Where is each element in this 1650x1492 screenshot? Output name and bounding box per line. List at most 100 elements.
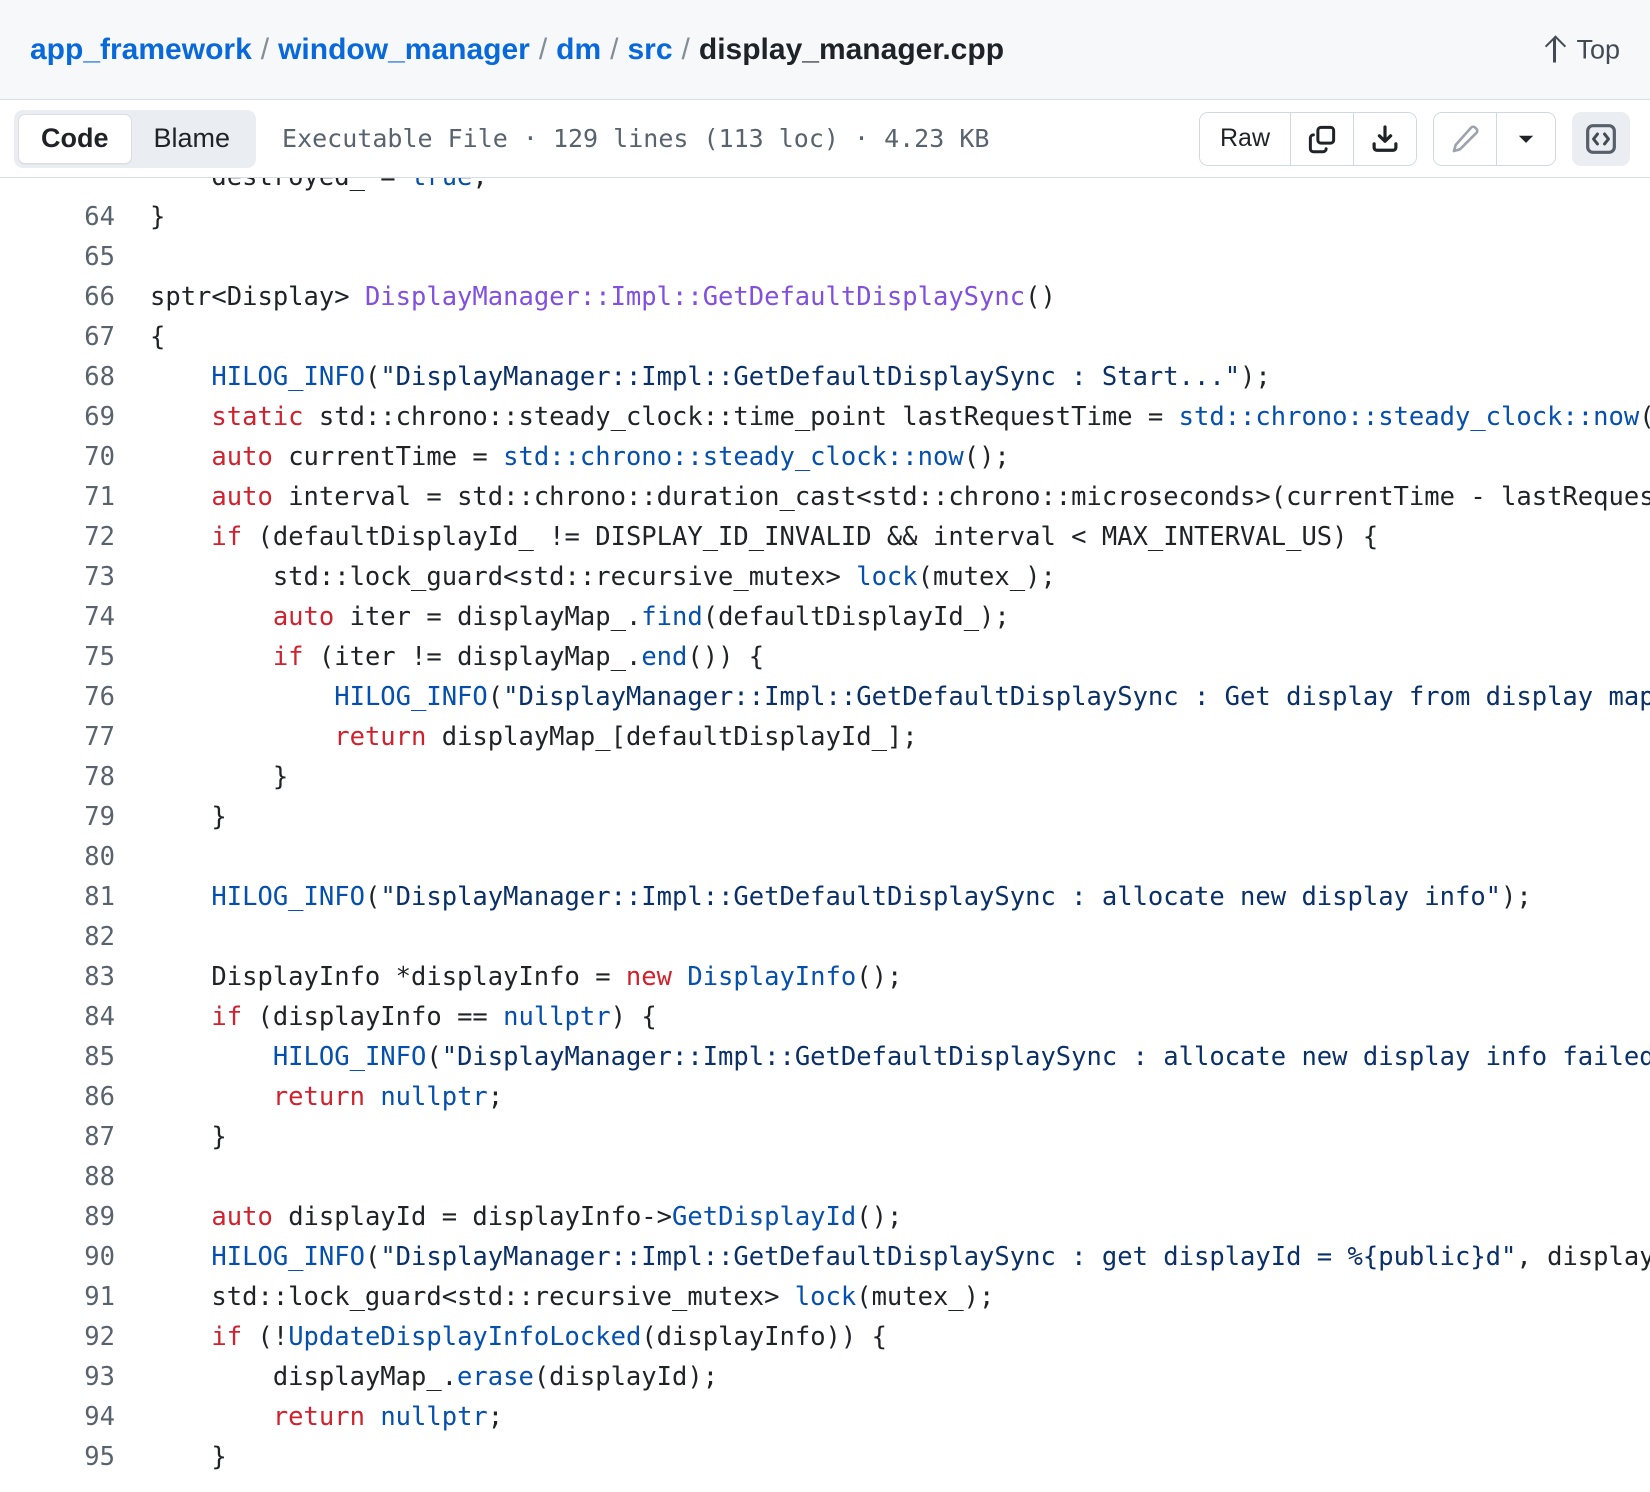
line-number[interactable]: 67 — [0, 317, 150, 357]
code-line-content[interactable]: auto currentTime = std::chrono::steady_c… — [150, 437, 1650, 477]
breadcrumb-item-window-manager[interactable]: window_manager — [278, 34, 530, 65]
breadcrumb-item-dm[interactable]: dm — [556, 34, 601, 65]
code-brackets-icon[interactable] — [1572, 111, 1630, 166]
line-number[interactable]: 72 — [0, 517, 150, 557]
line-number[interactable]: 76 — [0, 677, 150, 717]
line-number[interactable]: 91 — [0, 1277, 150, 1317]
code-line-row: 74 auto iter = displayMap_.find(defaultD… — [0, 597, 1650, 637]
code-line-content[interactable]: if (defaultDisplayId_ != DISPLAY_ID_INVA… — [150, 517, 1650, 557]
line-number[interactable]: 85 — [0, 1037, 150, 1077]
code-line-row: 67{ — [0, 317, 1650, 357]
code-line-content[interactable]: HILOG_INFO("DisplayManager::Impl::GetDef… — [150, 1037, 1650, 1077]
code-line-content[interactable]: std::lock_guard<std::recursive_mutex> lo… — [150, 1277, 1650, 1317]
code-line-content[interactable]: HILOG_INFO("DisplayManager::Impl::GetDef… — [150, 1237, 1650, 1277]
breadcrumb-bar: app_framework / window_manager / dm / sr… — [0, 0, 1650, 100]
line-number[interactable]: 92 — [0, 1317, 150, 1357]
code-line-content[interactable]: DisplayInfo *displayInfo = new DisplayIn… — [150, 957, 1650, 997]
code-line-content[interactable]: return nullptr; — [150, 1397, 1650, 1437]
code-viewport[interactable]: destroyed_ = true;64}6566sptr<Display> D… — [0, 178, 1650, 1492]
code-line-content[interactable]: if (displayInfo == nullptr) { — [150, 997, 1650, 1037]
line-number[interactable] — [0, 178, 150, 197]
code-line-content[interactable] — [150, 917, 1650, 957]
line-number[interactable]: 80 — [0, 837, 150, 877]
code-line-content[interactable]: if (!UpdateDisplayInfoLocked(displayInfo… — [150, 1317, 1650, 1357]
line-number[interactable]: 68 — [0, 357, 150, 397]
chevron-down-icon[interactable] — [1496, 112, 1555, 165]
code-line-content[interactable] — [150, 1157, 1650, 1197]
line-number[interactable]: 73 — [0, 557, 150, 597]
code-line-content[interactable]: return nullptr; — [150, 1077, 1650, 1117]
line-number[interactable]: 90 — [0, 1237, 150, 1277]
code-line-row: 82 — [0, 917, 1650, 957]
line-number[interactable]: 77 — [0, 717, 150, 757]
line-number[interactable]: 71 — [0, 477, 150, 517]
tab-blame[interactable]: Blame — [132, 114, 253, 164]
code-line-row: 65 — [0, 237, 1650, 277]
breadcrumb-item-src[interactable]: src — [628, 34, 673, 65]
code-line-row: 78 } — [0, 757, 1650, 797]
code-line-content[interactable]: if (iter != displayMap_.end()) { — [150, 637, 1650, 677]
code-line-content[interactable] — [150, 237, 1650, 277]
line-number[interactable]: 64 — [0, 197, 150, 237]
tab-code[interactable]: Code — [18, 113, 132, 164]
copy-icon[interactable] — [1290, 112, 1353, 165]
line-number[interactable]: 70 — [0, 437, 150, 477]
scroll-to-top-link[interactable]: Top — [1543, 34, 1620, 65]
code-line-content[interactable]: } — [150, 197, 1650, 237]
code-line-content[interactable]: } — [150, 1117, 1650, 1157]
breadcrumb-separator: / — [538, 32, 548, 66]
code-line-content[interactable]: sptr<Display> DisplayManager::Impl::GetD… — [150, 277, 1650, 317]
line-number[interactable]: 86 — [0, 1077, 150, 1117]
code-line-row: 66 sptr<Display> DisplayManager::Impl::Ge… — [0, 277, 1650, 317]
pencil-icon[interactable] — [1434, 112, 1496, 165]
line-number[interactable]: 94 — [0, 1397, 150, 1437]
line-number[interactable]: 83 — [0, 957, 150, 997]
line-number[interactable]: 66 — [0, 277, 150, 317]
line-number[interactable]: 69 — [0, 397, 150, 437]
code-line-row: 81 HILOG_INFO("DisplayManager::Impl::Get… — [0, 877, 1650, 917]
line-number[interactable]: 95 — [0, 1437, 150, 1477]
line-number[interactable]: 93 — [0, 1357, 150, 1397]
download-icon[interactable] — [1353, 112, 1416, 165]
line-number[interactable]: 79 — [0, 797, 150, 837]
line-number[interactable]: 75 — [0, 637, 150, 677]
code-line-content[interactable]: { — [150, 317, 1650, 357]
breadcrumb: app_framework / window_manager / dm / sr… — [30, 32, 1005, 66]
line-number[interactable]: 84 — [0, 997, 150, 1037]
breadcrumb-item-repo[interactable]: app_framework — [30, 34, 252, 65]
code-line-content[interactable]: destroyed_ = true; — [150, 178, 1650, 197]
code-line-row: 94 return nullptr; — [0, 1397, 1650, 1437]
code-line-content[interactable]: HILOG_INFO("DisplayManager::Impl::GetDef… — [150, 877, 1650, 917]
code-line-content[interactable]: HILOG_INFO("DisplayManager::Impl::GetDef… — [150, 677, 1650, 717]
line-number[interactable]: 87 — [0, 1117, 150, 1157]
code-line-content[interactable]: } — [150, 757, 1650, 797]
code-line-row: 80 — [0, 837, 1650, 877]
line-number[interactable]: 65 — [0, 237, 150, 277]
code-line-content[interactable]: displayMap_.erase(displayId); — [150, 1357, 1650, 1397]
code-line-content[interactable]: } — [150, 1437, 1650, 1477]
line-number[interactable]: 74 — [0, 597, 150, 637]
line-number[interactable]: 81 — [0, 877, 150, 917]
code-line-content[interactable]: HILOG_INFO("DisplayManager::Impl::GetDef… — [150, 357, 1650, 397]
code-line-content[interactable]: } — [150, 797, 1650, 837]
raw-button[interactable]: Raw — [1199, 112, 1290, 165]
code-line-row: 89 auto displayId = displayInfo->GetDisp… — [0, 1197, 1650, 1237]
line-number[interactable]: 89 — [0, 1197, 150, 1237]
breadcrumb-separator: / — [260, 32, 270, 66]
code-line-row: 73 std::lock_guard<std::recursive_mutex>… — [0, 557, 1650, 597]
code-line-content[interactable]: auto iter = displayMap_.find(defaultDisp… — [150, 597, 1650, 637]
arrow-up-icon — [1543, 37, 1565, 63]
code-line-row: 83 DisplayInfo *displayInfo = new Displa… — [0, 957, 1650, 997]
view-mode-switch: Code Blame — [14, 109, 257, 168]
code-line-content[interactable]: return displayMap_[defaultDisplayId_]; — [150, 717, 1650, 757]
code-line-content[interactable]: std::lock_guard<std::recursive_mutex> lo… — [150, 557, 1650, 597]
line-number[interactable]: 82 — [0, 917, 150, 957]
breadcrumb-current-file: display_manager.cpp — [698, 32, 1005, 66]
code-line-content[interactable]: auto displayId = displayInfo->GetDisplay… — [150, 1197, 1650, 1237]
code-line-content[interactable]: auto interval = std::chrono::duration_ca… — [150, 477, 1650, 517]
code-line-content[interactable] — [150, 837, 1650, 877]
code-line-row: 71 auto interval = std::chrono::duration… — [0, 477, 1650, 517]
line-number[interactable]: 88 — [0, 1157, 150, 1197]
line-number[interactable]: 78 — [0, 757, 150, 797]
code-line-content[interactable]: static std::chrono::steady_clock::time_p… — [150, 397, 1650, 437]
